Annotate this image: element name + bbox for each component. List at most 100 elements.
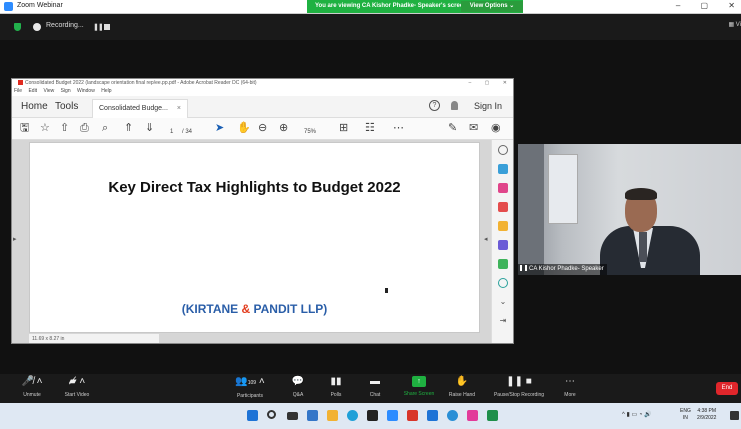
start-video-button[interactable]: ▰̸ ˄ Start Video (52, 376, 102, 398)
clock-date: 2/9/2022 (697, 415, 717, 421)
page-number-field[interactable]: 1 (170, 125, 173, 139)
more-button[interactable]: ⋯ More (545, 376, 595, 398)
bookmark-star-icon[interactable]: ☆ (40, 121, 50, 135)
signal-bars-icon (520, 265, 527, 271)
collapse-right-panel-icon[interactable]: ◂ (484, 235, 488, 243)
acrobat-maximize-button[interactable]: ▢ (485, 80, 490, 86)
pause-stop-recording-button[interactable]: ❚❚ ■ Pause/Stop Recording (484, 376, 554, 398)
organize-pages-icon[interactable] (498, 259, 508, 269)
more-tools-icon[interactable]: ⋯ (393, 121, 404, 135)
tab-document[interactable]: Consolidated Budge... × (92, 99, 188, 118)
view-button[interactable]: ▦ Vi (728, 21, 741, 28)
raise-hand-button[interactable]: ✋ Raise Hand (437, 376, 487, 398)
sign-in-button[interactable]: Sign In (474, 101, 502, 111)
zoom-title-bar: Zoom Webinar You are viewing CA Kishor P… (0, 0, 741, 14)
tab-home[interactable]: Home (21, 101, 48, 112)
select-cursor-icon[interactable]: ➤ (215, 121, 224, 135)
page-size-indicator: 11.69 x 8.27 in (29, 334, 159, 343)
participants-button[interactable]: 👥109 ˄ Participants (222, 376, 278, 399)
outlook-icon[interactable] (427, 410, 438, 421)
menu-edit[interactable]: Edit (28, 88, 37, 94)
participants-count: 109 (247, 380, 257, 386)
viewing-banner: You are viewing CA Kishor Phadke- Speake… (307, 0, 523, 13)
window-title: Zoom Webinar (17, 2, 63, 9)
stop-recording-icon[interactable] (104, 24, 110, 30)
zoom-out-icon[interactable]: ⊖ (258, 121, 267, 135)
tab-close-icon[interactable]: × (177, 100, 181, 118)
acrobat-window-controls: – ▢ ✕ (457, 79, 508, 88)
save-icon[interactable]: 🖫 (20, 121, 29, 135)
zoom-logo-icon (4, 2, 13, 11)
menu-help[interactable]: Help (101, 88, 111, 94)
compress-pdf-icon[interactable] (498, 278, 508, 288)
tab-tools[interactable]: Tools (55, 101, 78, 112)
zoom-app-icon[interactable] (387, 410, 398, 421)
chevron-down-icon[interactable]: ⌄ (498, 297, 508, 307)
menu-sign[interactable]: Sign (61, 88, 71, 94)
expand-panel-icon[interactable]: ⇥ (498, 316, 508, 326)
create-pdf-icon[interactable] (498, 183, 508, 193)
speaker-video[interactable]: CA Kishor Phadke- Speaker (518, 144, 741, 275)
acrobat-minimize-button[interactable]: – (469, 80, 472, 86)
view-options-button[interactable]: View Options ⌄ (461, 1, 523, 12)
email-icon[interactable]: ✉ (469, 121, 478, 135)
accessibility-icon[interactable]: ◉ (491, 121, 501, 135)
menu-view[interactable]: View (43, 88, 54, 94)
shield-icon[interactable] (14, 23, 21, 31)
file-explorer-icon[interactable] (327, 410, 338, 421)
menu-window[interactable]: Window (77, 88, 95, 94)
combine-files-icon[interactable] (498, 240, 508, 250)
system-tray-icons[interactable]: ^ ▮ ▭ ◔ 🔊 (622, 411, 652, 418)
end-button[interactable]: End (716, 382, 738, 395)
search-taskbar-icon[interactable] (267, 410, 276, 419)
collapse-left-panel-icon[interactable]: ▸ (13, 235, 17, 243)
pause-recording-icon[interactable]: ❚❚ (93, 23, 104, 31)
language-indicator[interactable]: ENG IN (680, 408, 691, 422)
widgets-icon[interactable] (307, 410, 318, 421)
close-button[interactable]: ✕ (728, 1, 735, 10)
unmute-button[interactable]: 🎤̸ ˄ Unmute (7, 376, 57, 398)
photos-icon[interactable] (467, 410, 478, 421)
next-page-icon[interactable]: ⇓ (145, 121, 154, 135)
video-door (518, 144, 544, 275)
region-code: IN (682, 415, 688, 421)
scroll-mode-icon[interactable]: ☷ (365, 121, 375, 135)
previous-page-icon[interactable]: ⇑ (124, 121, 133, 135)
more-icon: ⋯ (565, 376, 575, 387)
page-fit-icon[interactable]: ⊞ (339, 121, 348, 135)
acrobat-app-icon[interactable] (407, 410, 418, 421)
taskbar-clock[interactable]: 4:38 PM 2/9/2022 (697, 408, 716, 422)
start-menu-icon[interactable] (247, 410, 258, 421)
video-shelf (548, 154, 578, 224)
zoom-level-select[interactable]: 75% (304, 125, 316, 139)
document-area[interactable]: ▸ Key Direct Tax Highlights to Budget 20… (12, 140, 491, 343)
help-icon[interactable]: ? (429, 100, 440, 111)
firm-name-a: KIRTANE (185, 302, 242, 316)
edit-pdf-icon[interactable] (498, 202, 508, 212)
speaker-hair (625, 188, 657, 200)
windows-taskbar: ^ ▮ ▭ ◔ 🔊 ENG IN 4:38 PM 2/9/2022 (0, 403, 741, 429)
edge-browser-icon[interactable] (347, 410, 358, 421)
language-code: ENG (680, 408, 691, 414)
notifications-icon[interactable] (730, 411, 739, 420)
share-upload-icon[interactable]: ⇧ (60, 121, 69, 135)
hand-tool-icon[interactable]: ✋ (237, 121, 251, 135)
zoom-in-icon[interactable]: ⊕ (279, 121, 288, 135)
excel-icon[interactable] (487, 410, 498, 421)
chat-app-icon[interactable] (447, 410, 458, 421)
comment-icon[interactable] (498, 221, 508, 231)
minimize-button[interactable]: – (676, 1, 680, 10)
menu-file[interactable]: File (14, 88, 22, 94)
notification-bell-icon[interactable] (451, 101, 458, 110)
store-icon[interactable] (367, 410, 378, 421)
start-video-label: Start Video (64, 392, 90, 398)
fill-sign-icon[interactable]: ✎ (448, 121, 457, 135)
maximize-button[interactable]: ▢ (701, 1, 709, 10)
search-tool-icon[interactable] (498, 145, 508, 155)
export-pdf-icon[interactable] (498, 164, 508, 174)
acrobat-close-button[interactable]: ✕ (503, 80, 507, 86)
search-icon[interactable]: ⌕ (102, 121, 108, 135)
clock-time: 4:38 PM (697, 408, 717, 414)
print-icon[interactable]: ⎙ (80, 121, 89, 135)
task-view-icon[interactable] (287, 412, 298, 420)
